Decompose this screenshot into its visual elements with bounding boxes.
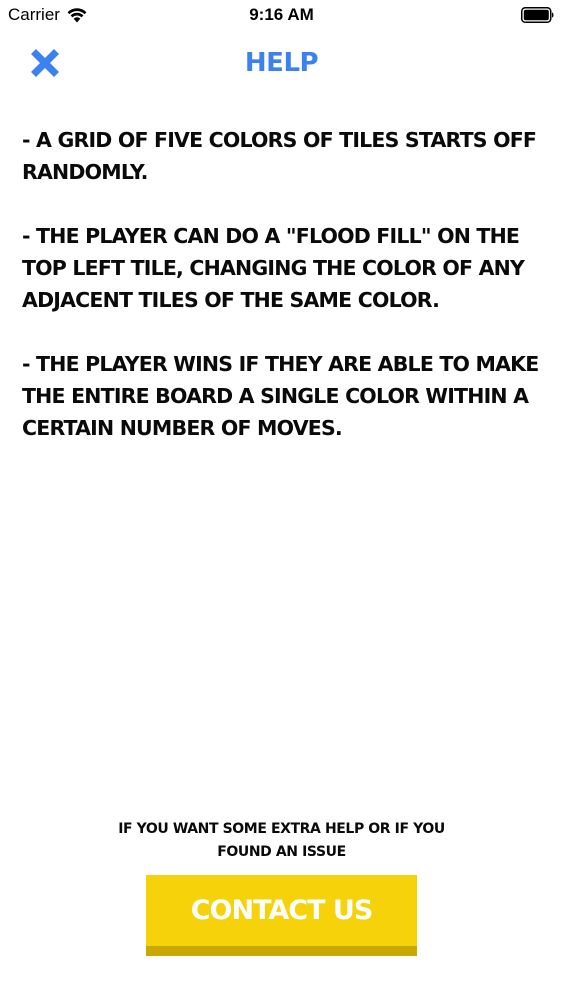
rule-paragraph: - THE PLAYER CAN DO A "FLOOD FILL" ON TH… [22, 224, 525, 312]
rule-paragraph: - THE PLAYER WINS IF THEY ARE ABLE TO MA… [22, 352, 539, 440]
footer-note: IF YOU WANT SOME EXTRA HELP OR IF YOU FO… [118, 821, 445, 860]
battery-icon [521, 7, 555, 23]
status-bar: Carrier 9:16 AM [0, 0, 563, 30]
status-time: 9:16 AM [249, 5, 314, 24]
contact-us-label: CONTACT US [190, 895, 374, 926]
instructions: - A GRID OF FIVE COLORS OF TILES STARTS … [22, 124, 547, 476]
contact-us-button[interactable]: CONTACT US [146, 875, 417, 956]
rule-paragraph: - A GRID OF FIVE COLORS OF TILES STARTS … [22, 128, 537, 184]
page-title: HELP [244, 48, 319, 78]
